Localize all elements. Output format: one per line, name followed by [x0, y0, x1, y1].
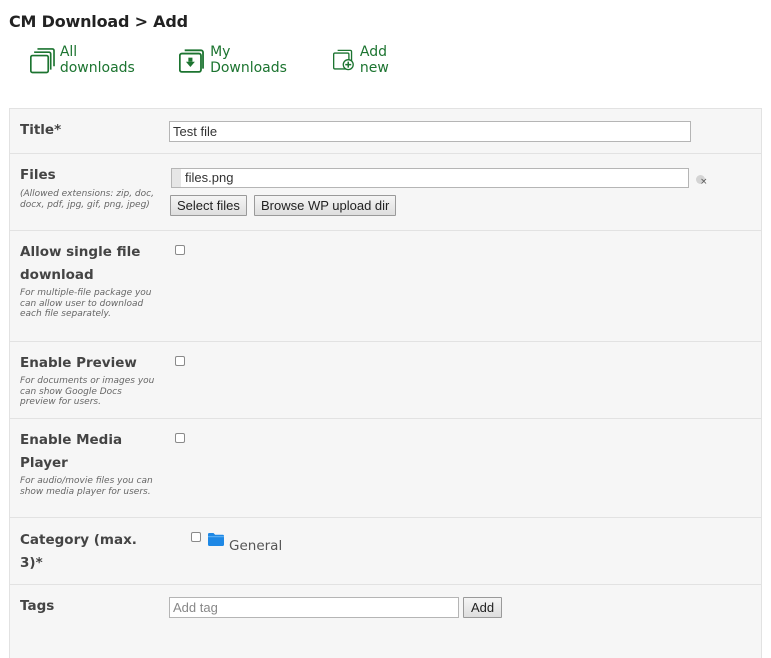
form-row-title: Title*: [10, 109, 761, 154]
file-name: files.png: [185, 170, 234, 185]
add-download-form: Title* Files (Allowed extensions: zip, d…: [9, 108, 762, 658]
category-general-checkbox[interactable]: [191, 532, 201, 542]
title-label: Title*: [20, 122, 62, 138]
preview-label: Enable Preview: [20, 355, 137, 371]
remove-file-button[interactable]: ×: [696, 175, 708, 187]
form-row-category: Category (max. 3)* General: [10, 518, 761, 585]
files-label: Files: [20, 167, 56, 183]
browse-upload-dir-button[interactable]: Browse WP upload dir: [254, 195, 397, 216]
folder-icon: [208, 533, 224, 546]
page-title: CM Download > Add: [9, 12, 188, 31]
category-label: Category (max. 3)*: [20, 532, 137, 571]
files-hint: (Allowed extensions: zip, doc, docx, pdf…: [20, 189, 154, 210]
folder-download-icon: [179, 48, 204, 73]
form-row-tags: Tags Add: [10, 585, 761, 658]
folder-add-icon: [333, 49, 354, 71]
form-row-files: Files (Allowed extensions: zip, doc, doc…: [10, 154, 761, 231]
add-tag-button[interactable]: Add: [463, 597, 503, 618]
title-input[interactable]: [169, 121, 691, 142]
media-player-hint: For audio/movie files you can show media…: [20, 476, 153, 497]
preview-checkbox[interactable]: [175, 356, 185, 366]
tag-input[interactable]: [169, 597, 459, 618]
nav-all-downloads-label: All downloads: [59, 44, 135, 76]
nav-my-downloads-label: My Downloads: [210, 44, 287, 76]
file-drag-handle[interactable]: [172, 169, 181, 187]
select-files-button[interactable]: Select files: [170, 195, 247, 216]
single-download-label: Allow single file download: [20, 244, 141, 283]
media-player-checkbox[interactable]: [175, 433, 185, 443]
single-download-checkbox[interactable]: [175, 245, 185, 255]
form-row-preview: Enable Preview For documents or images y…: [10, 342, 761, 419]
form-row-single-download: Allow single file download For multiple-…: [10, 231, 761, 342]
remove-x-glyph: ×: [700, 177, 708, 187]
nav-add-new-label: Add new: [359, 44, 389, 76]
folder-icon: [30, 47, 55, 73]
preview-hint: For documents or images you can show Goo…: [20, 376, 155, 408]
media-player-label: Enable Media Player: [20, 432, 123, 471]
form-row-media-player: Enable Media Player For audio/movie file…: [10, 419, 761, 518]
category-general-label: General: [229, 538, 283, 554]
nav-all-downloads[interactable]: All downloads: [30, 44, 140, 76]
tags-label: Tags: [20, 598, 55, 614]
nav-my-downloads[interactable]: My Downloads: [179, 44, 293, 76]
single-download-hint: For multiple-file package you can allow …: [20, 288, 152, 320]
nav-add-new[interactable]: Add new: [333, 44, 400, 76]
file-item: files.png: [171, 168, 689, 188]
